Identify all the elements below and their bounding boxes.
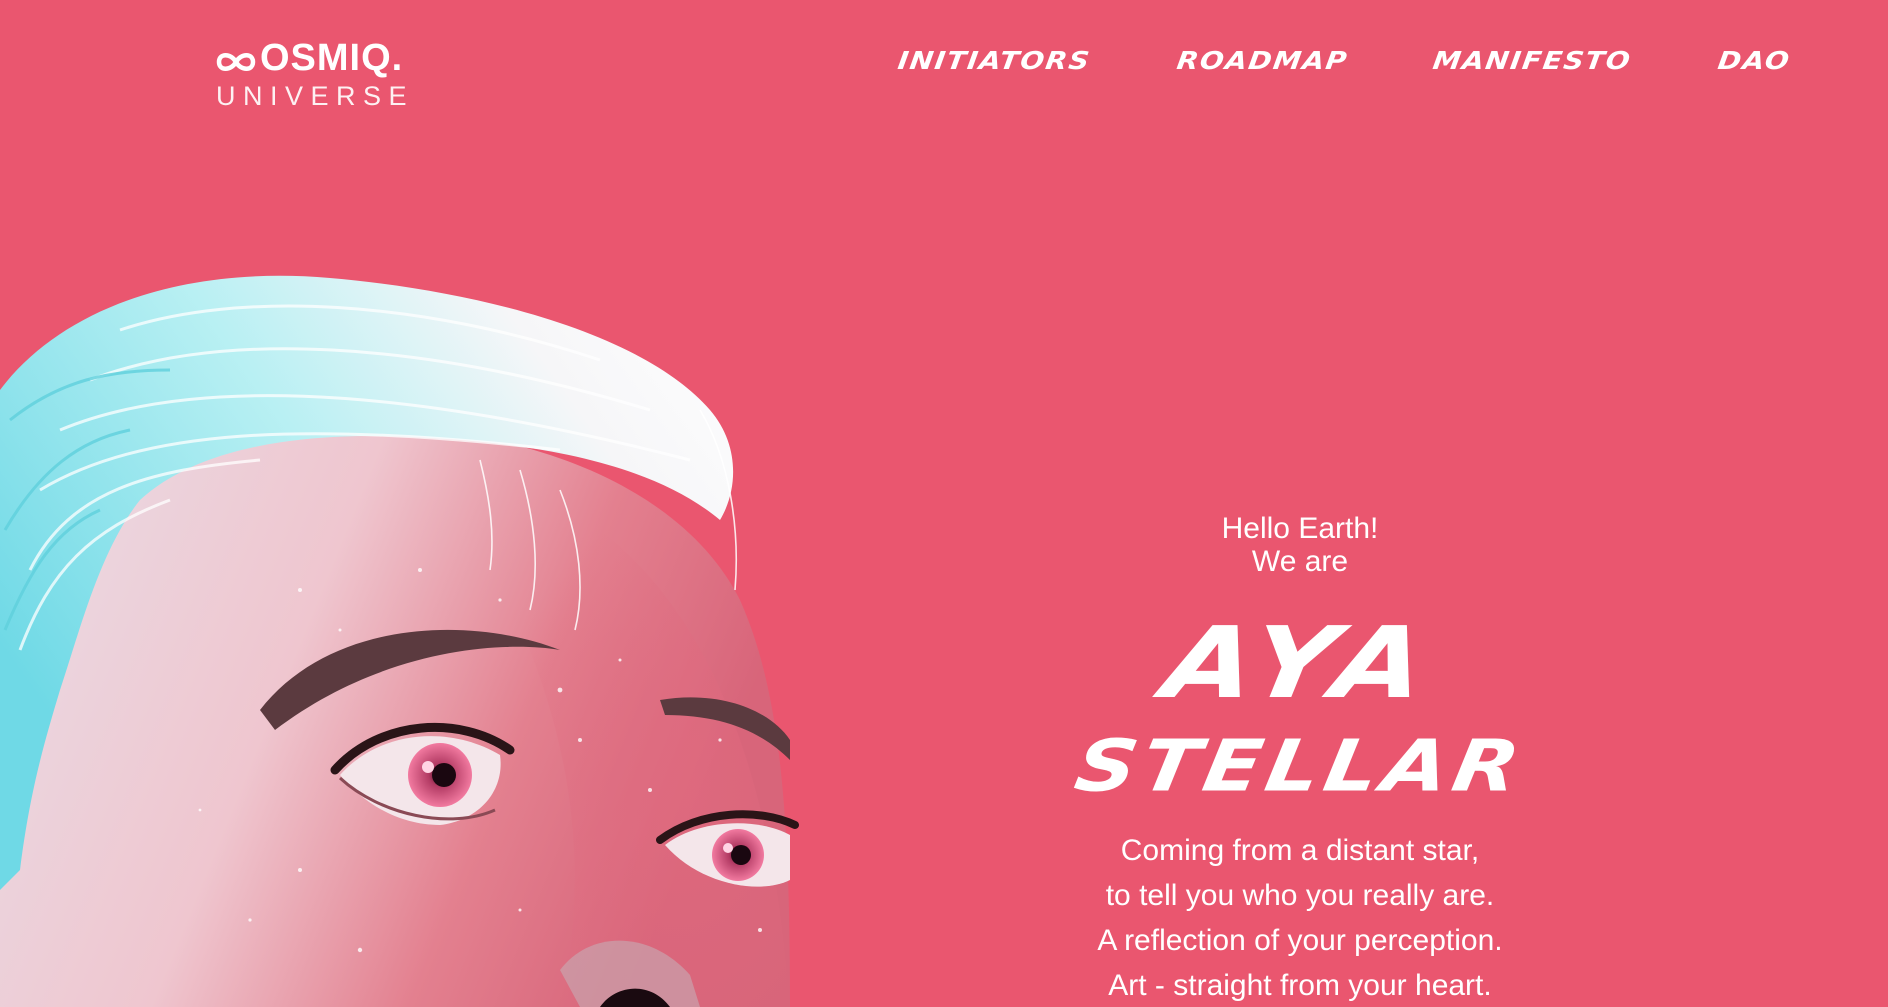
greeting-line-1: Hello Earth!	[1221, 512, 1379, 545]
logo-wordmark: OSMIQ.	[214, 36, 403, 80]
infinity-icon	[216, 53, 256, 71]
hero-description: Coming from a distant star, to tell you …	[1000, 828, 1600, 1007]
description-line: to tell you who you really are.	[1105, 879, 1495, 912]
main-nav: INITIATORS ROADMAP MANIFESTO DAO	[896, 44, 1792, 77]
landing-page: OSMIQ. UNIVERSE INITIATORS ROADMAP MANIF…	[0, 0, 1888, 1007]
greeting-line-2: We are	[1251, 545, 1349, 578]
hero-greeting: Hello Earth! We are	[1000, 512, 1600, 578]
nav-link-manifesto[interactable]: MANIFESTO	[1431, 46, 1633, 75]
aya-stellar-portrait	[0, 275, 799, 1007]
cosmiq-universe-logo[interactable]: OSMIQ. UNIVERSE	[214, 36, 424, 116]
hero-title: AYA STELLAR	[1000, 606, 1600, 808]
logo-subtitle: UNIVERSE	[216, 81, 415, 111]
logo-wordmark-text: OSMIQ.	[260, 37, 404, 79]
description-line: A reflection of your perception.	[1097, 924, 1503, 957]
description-line: Coming from a distant star,	[1120, 834, 1480, 867]
hero-title-line-1: AYA	[1155, 606, 1445, 721]
nav-link-dao[interactable]: DAO	[1716, 46, 1792, 75]
nav-link-roadmap[interactable]: ROADMAP	[1175, 46, 1350, 75]
nav-link-initiators[interactable]: INITIATORS	[896, 46, 1092, 75]
hero-title-line-2: STELLAR	[1069, 724, 1531, 808]
hero-section: Hello Earth! We are AYA STELLAR Coming f…	[1000, 512, 1600, 1007]
description-line: Art - straight from your heart.	[1108, 969, 1492, 1002]
